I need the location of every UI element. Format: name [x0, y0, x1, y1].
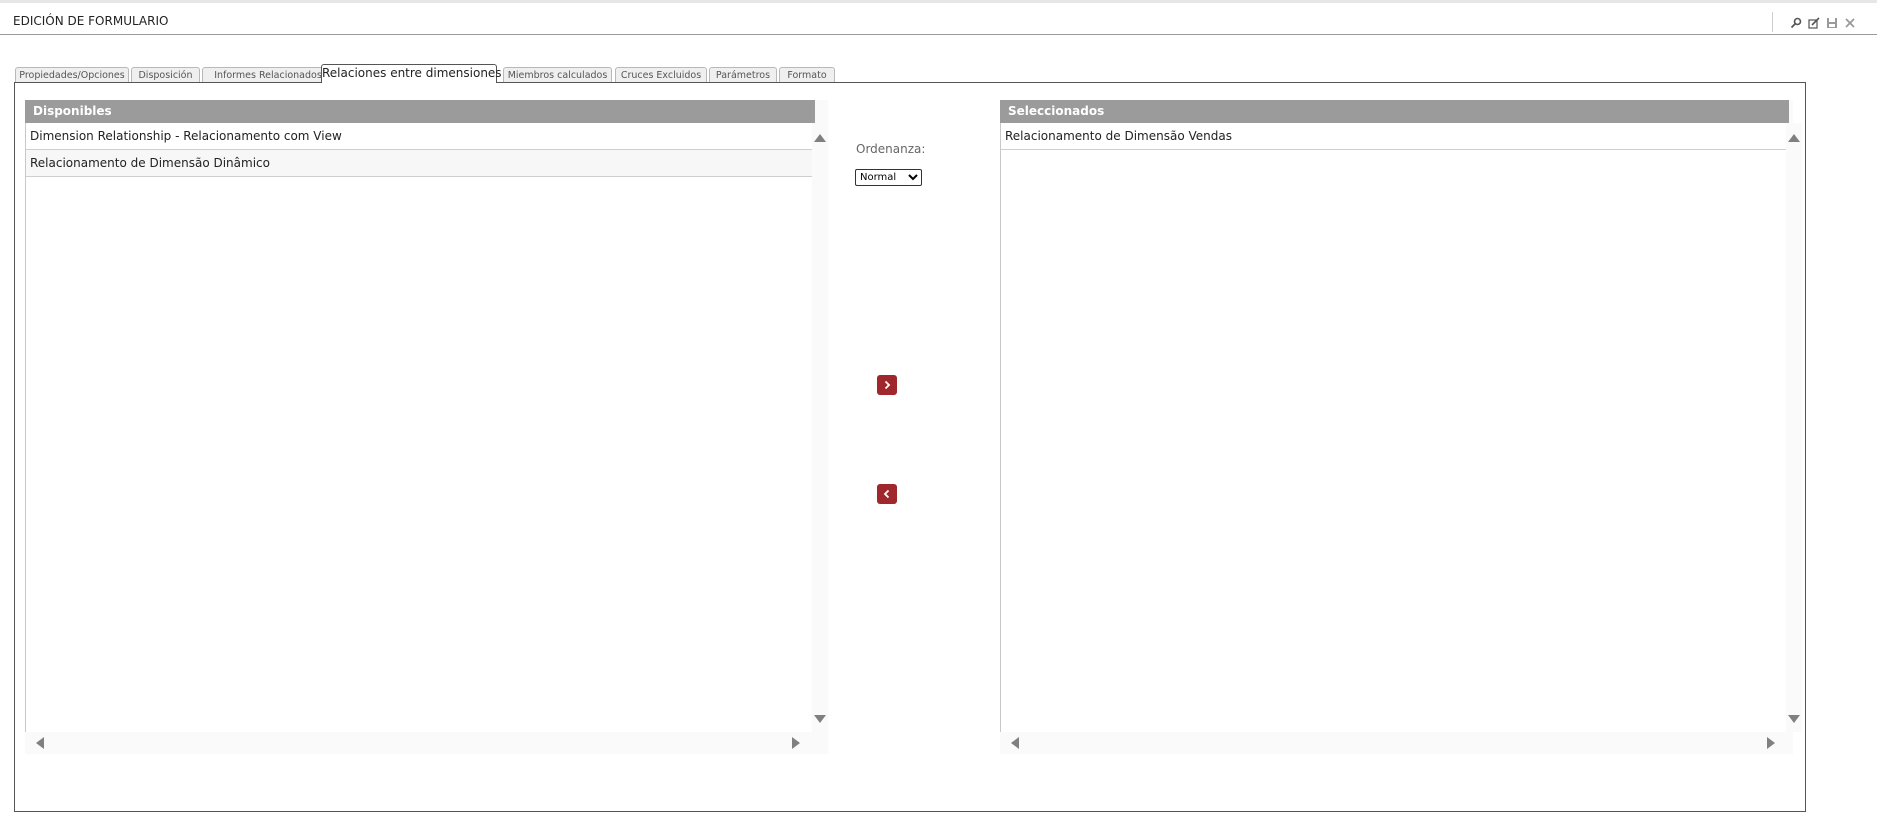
scroll-down-arrow-icon[interactable] [1788, 715, 1800, 723]
pin-icon[interactable] [1789, 16, 1803, 30]
ordering-label: Ordenanza: [856, 142, 926, 156]
form-edit-window: EDICIÓN DE FORMULARIO Propiedades/Opcion… [0, 0, 1877, 818]
window-title: EDICIÓN DE FORMULARIO [13, 14, 169, 28]
available-list-item[interactable]: Dimension Relationship - Relacionamento … [26, 123, 812, 150]
available-vertical-scrollbar[interactable] [812, 123, 828, 732]
title-bar: EDICIÓN DE FORMULARIO [0, 6, 1877, 35]
scroll-right-arrow-icon[interactable] [792, 737, 800, 749]
tab-parametros[interactable]: Parámetros [709, 67, 777, 82]
chevron-left-icon [883, 489, 890, 499]
remove-from-selected-button[interactable] [877, 484, 897, 504]
tab-informes-relacionados[interactable]: Informes Relacionados [202, 67, 334, 82]
ordering-select[interactable]: Normal [855, 169, 922, 186]
selected-list-header: Seleccionados [1000, 100, 1789, 123]
selected-horizontal-scrollbar[interactable] [1000, 732, 1793, 754]
available-list-body: Dimension Relationship - Relacionamento … [25, 123, 812, 732]
available-horizontal-scrollbar[interactable] [25, 732, 828, 754]
close-icon[interactable] [1843, 16, 1857, 30]
scroll-left-arrow-icon[interactable] [1011, 737, 1019, 749]
available-list-item[interactable]: Relacionamento de Dimensão Dinâmico [26, 150, 812, 177]
title-separator [1772, 12, 1773, 32]
tab-propiedades[interactable]: Propiedades/Opciones [15, 67, 129, 82]
available-list-header: Disponibles [25, 100, 815, 123]
tab-disposicion[interactable]: Disposición [131, 67, 200, 82]
tab-formato[interactable]: Formato [779, 67, 835, 82]
save-icon[interactable] [1825, 16, 1839, 30]
edit-icon[interactable] [1807, 16, 1821, 30]
scroll-up-arrow-icon[interactable] [1788, 134, 1800, 142]
selected-vertical-scrollbar[interactable] [1786, 123, 1802, 732]
chevron-right-icon [884, 380, 891, 390]
selected-list-item[interactable]: Relacionamento de Dimensão Vendas [1001, 123, 1786, 150]
selected-list-body: Relacionamento de Dimensão Vendas [1000, 123, 1786, 732]
tab-relaciones-dimensiones[interactable]: Relaciones entre dimensiones [321, 64, 502, 83]
scroll-down-arrow-icon[interactable] [814, 715, 826, 723]
tab-cruces-excluidos[interactable]: Cruces Excluidos [615, 67, 707, 82]
scroll-up-arrow-icon[interactable] [814, 134, 826, 142]
scroll-right-arrow-icon[interactable] [1767, 737, 1775, 749]
add-to-selected-button[interactable] [877, 375, 897, 395]
available-list: Disponibles Dimension Relationship - Rel… [25, 100, 828, 754]
tab-miembros-calculados[interactable]: Miembros calculados [503, 67, 612, 82]
selected-list: Seleccionados Relacionamento de Dimensão… [1000, 100, 1802, 754]
scroll-left-arrow-icon[interactable] [36, 737, 44, 749]
